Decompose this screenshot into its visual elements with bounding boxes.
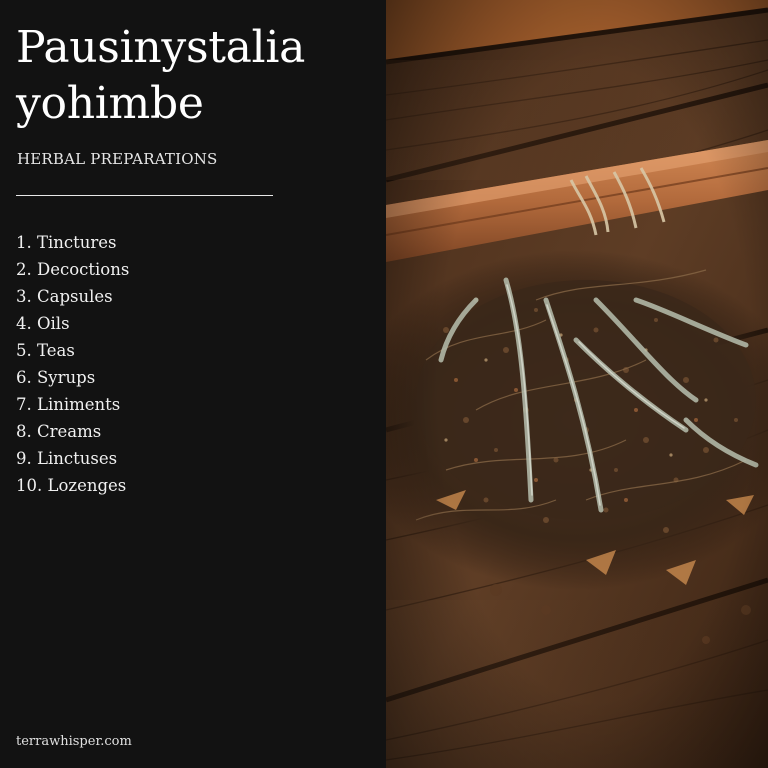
list-item: 8. Creams — [16, 422, 102, 441]
list-item: 10. Lozenges — [16, 476, 127, 495]
preparations-list: 1. Tinctures 2. Decoctions 3. Capsules 4… — [16, 229, 129, 499]
title-line-2: yohimbe — [16, 78, 204, 129]
list-item: 7. Liniments — [16, 395, 121, 414]
page-title: Pausinystalia yohimbe — [16, 20, 305, 132]
herbal-card: Pausinystalia yohimbe HERBAL PREPARATION… — [0, 0, 768, 768]
subtitle: HERBAL PREPARATIONS — [17, 150, 218, 168]
list-item: 9. Linctuses — [16, 449, 118, 468]
herb-photo — [386, 0, 768, 768]
herb-photo-illustration — [386, 0, 768, 768]
title-line-1: Pausinystalia — [16, 22, 306, 73]
list-item: 2. Decoctions — [16, 260, 130, 279]
list-item: 4. Oils — [16, 314, 70, 333]
list-item: 6. Syrups — [16, 368, 96, 387]
list-item: 3. Capsules — [16, 287, 113, 306]
list-item: 5. Teas — [16, 341, 75, 360]
footer-website: terrawhisper.com — [16, 734, 132, 749]
list-item: 1. Tinctures — [16, 233, 117, 252]
text-panel: Pausinystalia yohimbe HERBAL PREPARATION… — [0, 0, 386, 768]
divider — [16, 195, 273, 196]
